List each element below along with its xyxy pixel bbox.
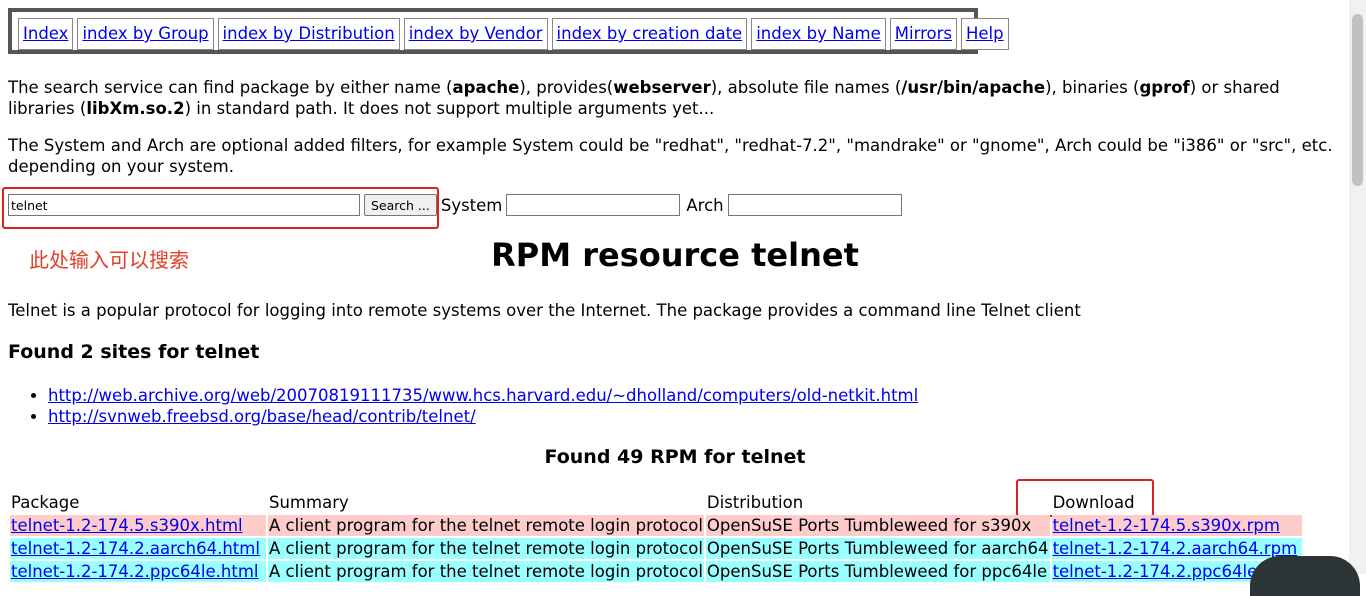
- intro-text: ) in standard path. It does not support …: [184, 99, 715, 118]
- column-header-download: Download: [1052, 493, 1135, 512]
- rpm-heading: Found 49 RPM for telnet: [544, 446, 806, 468]
- package-cell: telnet-1.2-174.2.ppc64le.html: [10, 561, 266, 582]
- column-header-summary: Summary: [269, 493, 349, 512]
- top-navigation: Index index by Group index by Distributi…: [8, 8, 1009, 54]
- nav-link-creation-date[interactable]: index by creation date: [557, 24, 743, 43]
- intro-paragraph-2: The System and Arch are optional added f…: [8, 136, 1333, 176]
- rpm-table: Package Summary Distribution Download te…: [8, 490, 1304, 584]
- column-header-distribution: Distribution: [706, 493, 804, 512]
- nav-distribution: index by Distribution: [217, 18, 400, 50]
- nav-vendor: index by Vendor: [403, 18, 548, 50]
- table-header-row: Package Summary Distribution Download: [10, 492, 1302, 513]
- example-file: /usr/bin/apache: [901, 78, 1046, 97]
- package-cell: telnet-1.2-174.5.s390x.html: [10, 515, 266, 536]
- nav-help: Help: [961, 18, 1009, 50]
- nav-mirrors: Mirrors: [889, 18, 957, 50]
- download-cell: telnet-1.2-174.5.s390x.rpm: [1051, 515, 1302, 536]
- system-input[interactable]: [506, 194, 681, 216]
- nav-link-vendor[interactable]: index by Vendor: [409, 24, 543, 43]
- search-form: Search ... System Arch: [8, 193, 902, 217]
- nav-name: index by Name: [751, 18, 886, 50]
- summary-cell: A client program for the telnet remote l…: [268, 515, 704, 536]
- intro-text: ), binaries (: [1045, 78, 1140, 97]
- distribution-cell: OpenSuSE Ports Tumbleweed for ppc64le: [705, 561, 1050, 582]
- summary-cell: A client program for the telnet remote l…: [268, 538, 704, 559]
- table-row: telnet-1.2-174.5.s390x.html A client pro…: [10, 515, 1302, 536]
- intro-text: ), absolute file names (: [710, 78, 902, 97]
- scrollbar-thumb[interactable]: [1352, 14, 1363, 186]
- package-link[interactable]: telnet-1.2-174.5.s390x.html: [11, 516, 243, 535]
- intro-text: ), provides(: [519, 78, 614, 97]
- table-row: telnet-1.2-174.2.ppc64le.html A client p…: [10, 561, 1302, 582]
- distribution-cell: OpenSuSE Ports Tumbleweed for aarch64: [705, 538, 1050, 559]
- arch-input[interactable]: [727, 194, 902, 216]
- nav-link-name[interactable]: index by Name: [756, 24, 881, 43]
- site-link[interactable]: http://svnweb.freebsd.org/base/head/cont…: [48, 407, 476, 426]
- nav-link-group[interactable]: index by Group: [82, 24, 208, 43]
- intro-text: The search service can find package by e…: [8, 78, 453, 97]
- sites-list: http://web.archive.org/web/2007081911173…: [8, 385, 918, 427]
- nav-group: index by Group: [77, 18, 214, 50]
- sites-heading: Found 2 sites for telnet: [8, 341, 260, 363]
- search-input[interactable]: [8, 194, 360, 216]
- floating-widget[interactable]: [1250, 556, 1360, 596]
- nav-link-index[interactable]: Index: [23, 24, 68, 43]
- example-binary: gprof: [1139, 78, 1190, 97]
- list-item: http://svnweb.freebsd.org/base/head/cont…: [48, 406, 918, 427]
- package-cell: telnet-1.2-174.2.aarch64.html: [10, 538, 266, 559]
- site-link[interactable]: http://web.archive.org/web/2007081911173…: [48, 386, 918, 405]
- package-description: Telnet is a popular protocol for logging…: [8, 301, 1081, 320]
- nav-creation-date: index by creation date: [551, 18, 748, 50]
- column-header-package: Package: [11, 493, 80, 512]
- nav-index: Index: [18, 18, 74, 50]
- nav-link-help[interactable]: Help: [966, 24, 1004, 43]
- package-link[interactable]: telnet-1.2-174.2.ppc64le.html: [11, 562, 259, 581]
- intro-paragraph-1: The search service can find package by e…: [8, 77, 1348, 119]
- vertical-scrollbar[interactable]: [1349, 0, 1366, 574]
- download-link[interactable]: telnet-1.2-174.5.s390x.rpm: [1053, 516, 1280, 535]
- list-item: http://web.archive.org/web/2007081911173…: [48, 385, 918, 406]
- page-title: RPM resource telnet: [491, 236, 859, 274]
- download-link[interactable]: telnet-1.2-174.2.aarch64.rpm: [1053, 539, 1298, 558]
- system-label: System: [440, 195, 503, 215]
- search-button[interactable]: Search ...: [364, 194, 437, 216]
- summary-cell: A client program for the telnet remote l…: [268, 561, 704, 582]
- nav-link-distribution[interactable]: index by Distribution: [223, 24, 395, 43]
- example-name: apache: [452, 78, 520, 97]
- arch-label: Arch: [686, 195, 724, 215]
- table-row: telnet-1.2-174.2.aarch64.html A client p…: [10, 538, 1302, 559]
- package-link[interactable]: telnet-1.2-174.2.aarch64.html: [11, 539, 260, 558]
- download-cell: telnet-1.2-174.2.aarch64.rpm: [1051, 538, 1302, 559]
- example-library: libXm.so.2: [86, 99, 185, 118]
- distribution-cell: OpenSuSE Ports Tumbleweed for s390x: [705, 515, 1050, 536]
- nav-link-mirrors[interactable]: Mirrors: [895, 24, 952, 43]
- example-provides: webserver: [613, 78, 711, 97]
